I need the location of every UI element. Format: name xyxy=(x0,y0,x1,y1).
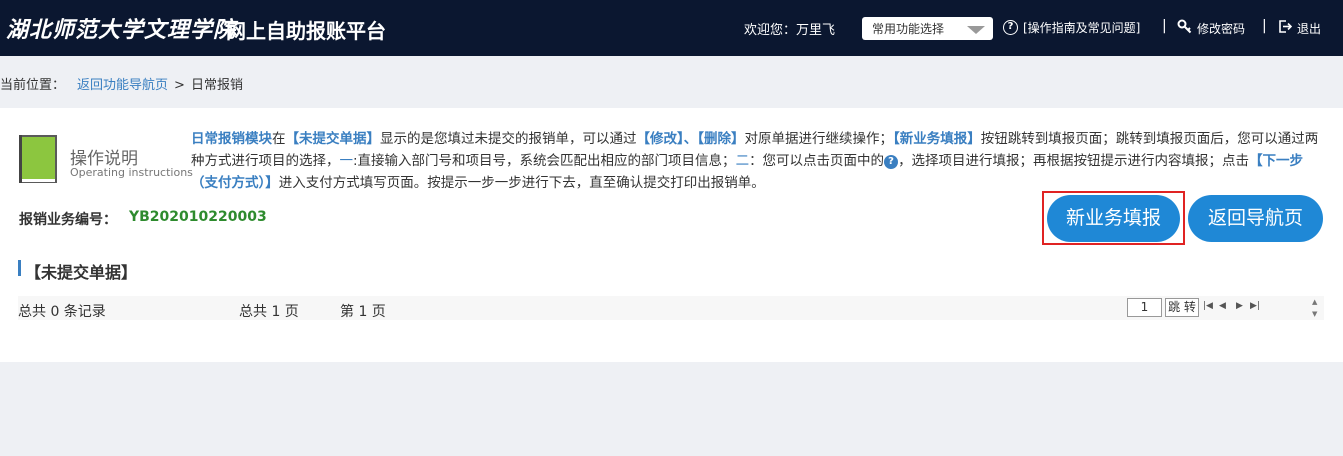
help-link[interactable]: ? [操作指南及常见问题] xyxy=(1003,19,1140,36)
breadcrumb-label: 当前位置： xyxy=(0,78,66,93)
last-page-icon[interactable]: ▶| xyxy=(1250,301,1260,311)
desc-text: ，选择项目进行填报；再根据按钮提示进行内容填报；点击 xyxy=(898,153,1250,169)
question-icon: ? xyxy=(884,155,899,169)
logout-link[interactable]: 退出 xyxy=(1277,19,1321,37)
welcome-text: 欢迎您：万里飞 xyxy=(744,23,836,38)
common-function-select[interactable]: 常用功能选择 xyxy=(862,17,993,40)
desc-text: 进入支付方式填写页面。按提示一步一步进行下去，直至确认提交打印出报销单。 xyxy=(278,175,765,191)
pagination-bar: 总共 0 条记录 总共 1 页 第 1 页 1 跳 转 |◀ ◀ ▶ ▶| ▲ … xyxy=(18,296,1324,320)
platform-title: 网上自助报账平台 xyxy=(226,19,386,43)
next-page-icon[interactable]: ▶ xyxy=(1236,301,1243,311)
desc-module-name: 日常报销模块 xyxy=(191,131,272,147)
breadcrumb-separator: > xyxy=(174,78,185,93)
serial-label: 报销业务编号： xyxy=(19,212,117,228)
instructions-subtitle: Operating instructions xyxy=(70,166,193,179)
desc-edit-delete: 【修改】、【删除】 xyxy=(636,131,745,147)
highlight-box xyxy=(1042,191,1185,245)
key-icon xyxy=(1177,19,1192,37)
common-function-select-value: 常用功能选择 xyxy=(872,22,945,36)
jump-button[interactable]: 跳 转 xyxy=(1165,298,1199,317)
back-to-nav-button[interactable]: 返回导航页 xyxy=(1188,195,1323,242)
page-number-input[interactable]: 1 xyxy=(1127,298,1162,317)
breadcrumb: 当前位置： 返回功能导航页 > 日常报销 xyxy=(0,74,243,93)
desc-text: :直接输入部门号和项目号，系统会匹配出相应的部门项目信息； xyxy=(353,153,736,169)
scroll-down-icon[interactable]: ▼ xyxy=(1312,310,1317,318)
desc-text: ：您可以点击页面中的 xyxy=(749,153,885,169)
book-icon xyxy=(19,135,57,183)
desc-text: 在 xyxy=(272,131,286,147)
desc-text: 显示的是您填过未提交的报销单，可以通过 xyxy=(380,131,637,147)
first-page-icon[interactable]: |◀ xyxy=(1203,301,1213,311)
desc-new-business: 【新业务填报】 xyxy=(893,131,981,147)
college-logo: 湖北师范大学文理学院 xyxy=(6,17,237,43)
breadcrumb-current: 日常报销 xyxy=(190,78,243,93)
scrollbar[interactable]: ▲ ▼ xyxy=(1308,296,1324,320)
prev-page-icon[interactable]: ◀ xyxy=(1219,301,1226,311)
top-header: 湖北师范大学文理学院 网上自助报账平台 欢迎您：万里飞 常用功能选择 ? [操作… xyxy=(0,0,1343,56)
section-marker xyxy=(18,260,21,276)
desc-unsubmitted: 【未提交单据】 xyxy=(285,131,381,147)
help-link-label: [操作指南及常见问题] xyxy=(1023,21,1141,35)
chevron-down-icon xyxy=(967,26,985,34)
logout-label: 退出 xyxy=(1297,21,1322,36)
total-pages: 总共 1 页 xyxy=(239,304,299,320)
breadcrumb-back-link[interactable]: 返回功能导航页 xyxy=(77,78,168,93)
instructions-text: 日常报销模块在【未提交单据】显示的是您填过未提交的报销单，可以通过【修改】、【删… xyxy=(191,128,1326,194)
section-title: 【未提交单据】 xyxy=(25,263,138,282)
change-password-link[interactable]: 修改密码 xyxy=(1177,19,1245,37)
serial-value: YB202010220003 xyxy=(129,209,267,225)
logout-icon xyxy=(1277,19,1293,37)
desc-text: 对原单据进行继续操作； xyxy=(744,131,894,147)
help-circle-icon: ? xyxy=(1003,20,1018,35)
scroll-up-icon[interactable]: ▲ xyxy=(1312,298,1317,306)
total-records: 总共 0 条记录 xyxy=(18,304,106,320)
current-page: 第 1 页 xyxy=(340,304,386,320)
header-separator: | xyxy=(1262,18,1267,34)
header-separator: | xyxy=(1162,18,1167,34)
main-panel: 操作说明 Operating instructions 日常报销模块在【未提交单… xyxy=(0,108,1343,362)
desc-option-two: 二 xyxy=(735,153,750,169)
desc-option-one: 一 xyxy=(339,153,354,169)
change-password-label: 修改密码 xyxy=(1197,21,1246,36)
